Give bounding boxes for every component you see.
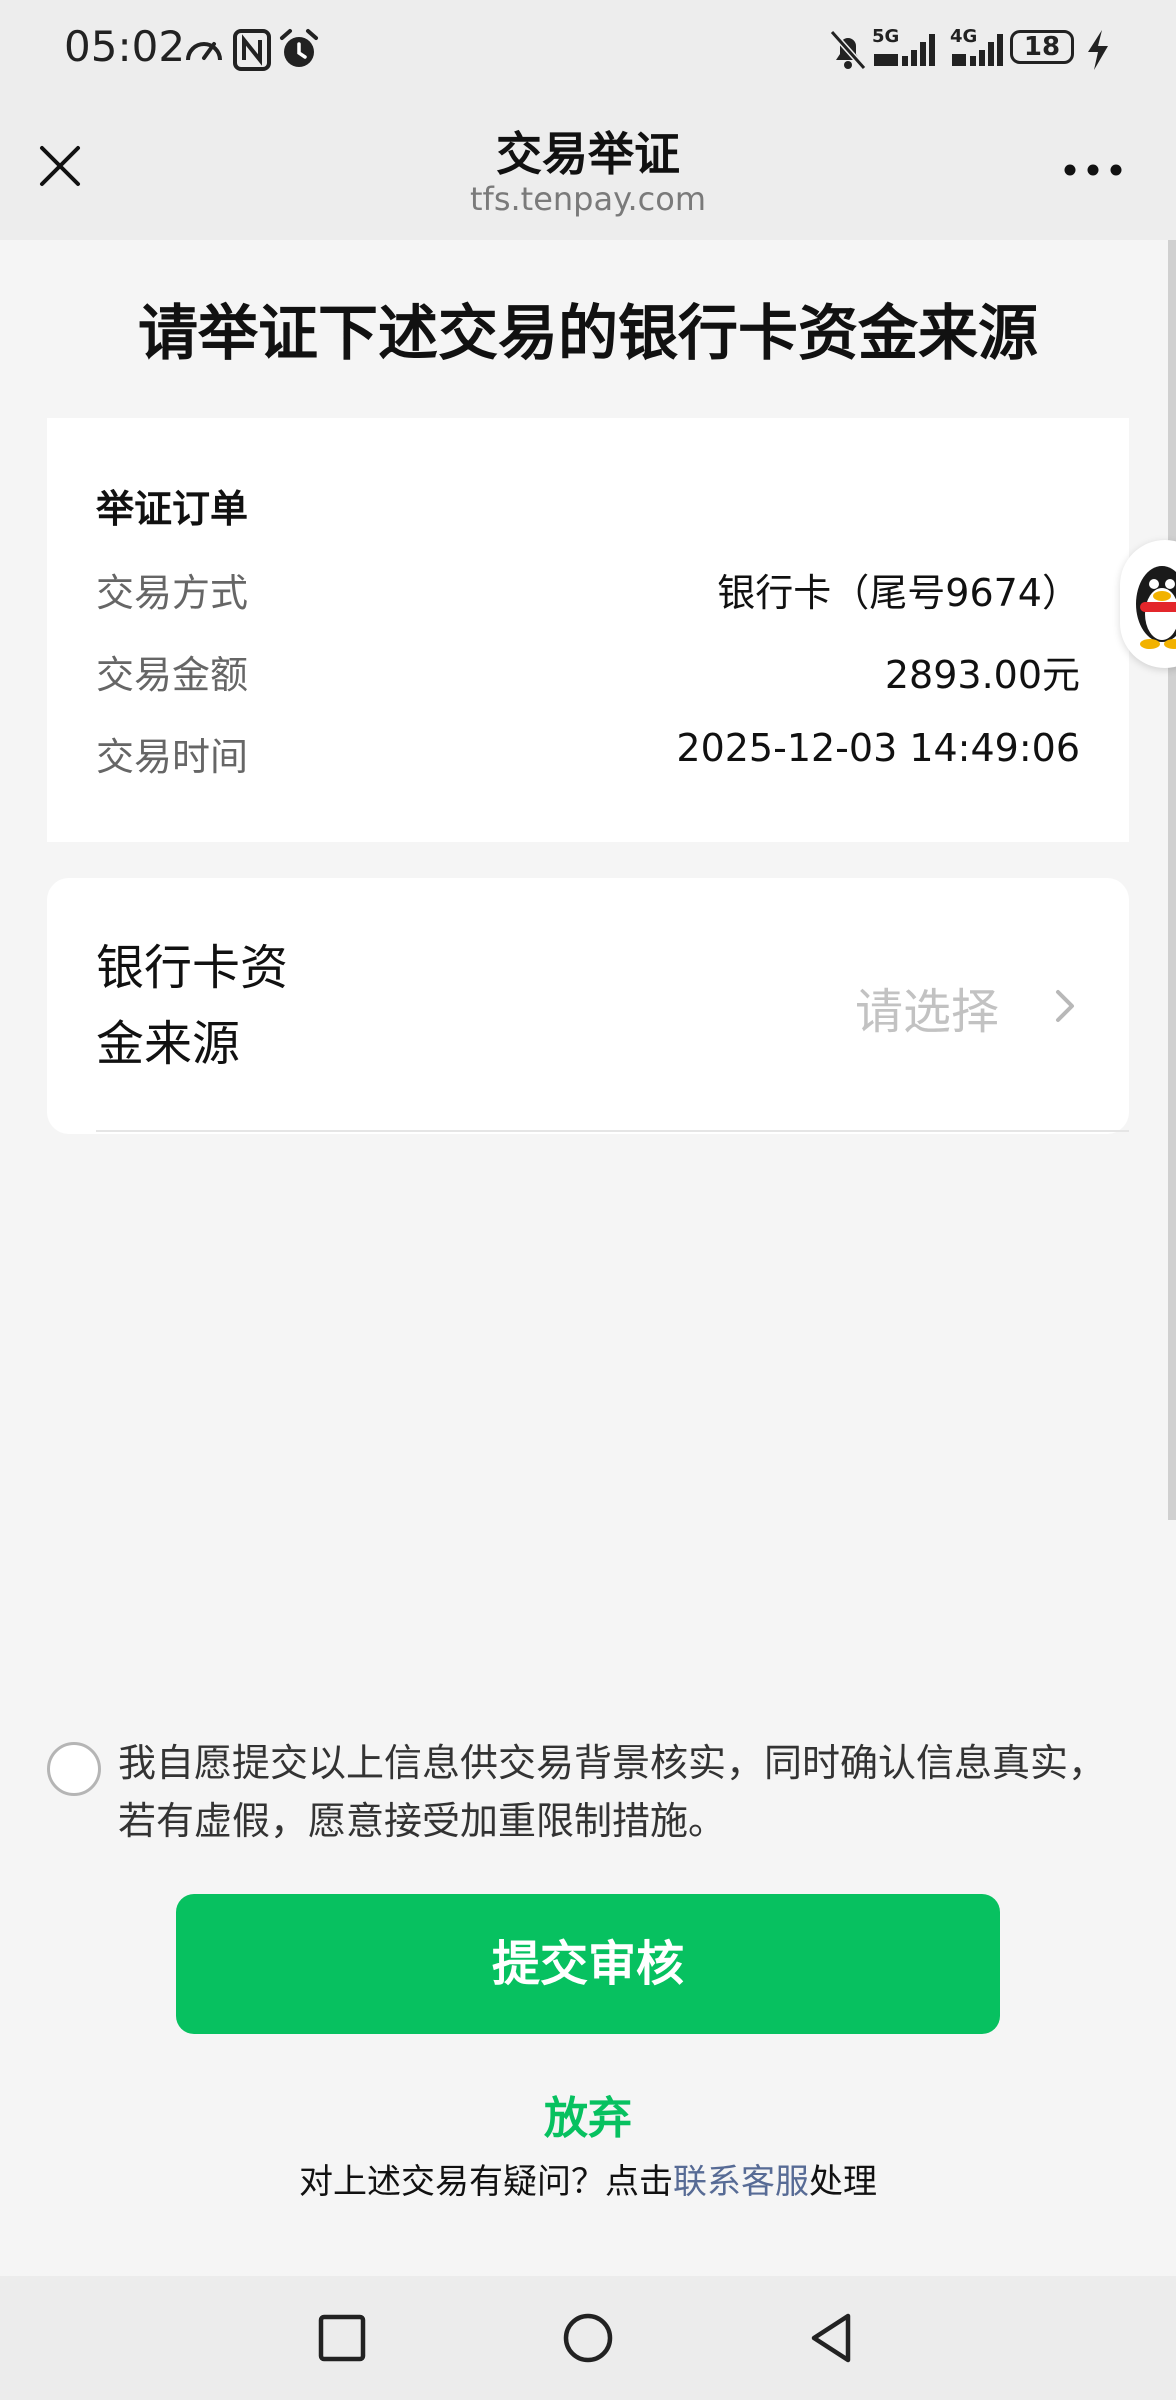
recent-apps-icon[interactable] — [316, 2312, 368, 2364]
penguin-icon — [1136, 566, 1176, 649]
chevron-right-icon[interactable] — [1050, 986, 1080, 1026]
payment-method-label: 交易方式 — [96, 571, 249, 615]
headline: 请举证下述交易的银行卡资金来源 — [138, 299, 1038, 369]
time-value: 2025-12-03 14:49:06 — [676, 726, 1080, 770]
home-icon[interactable] — [560, 2310, 616, 2366]
give-up-button[interactable]: 放弃 — [0, 2082, 1176, 2146]
agreement-checkbox[interactable] — [47, 1742, 101, 1796]
back-icon[interactable] — [806, 2310, 858, 2366]
scrollbar[interactable] — [1168, 240, 1176, 1520]
contact-support-link[interactable]: 联系客服 — [673, 2162, 809, 2202]
fund-source-placeholder[interactable]: 请选择 — [855, 972, 999, 1042]
divider — [96, 1130, 1129, 1132]
charging-icon — [1088, 30, 1108, 70]
signal-icon — [874, 34, 935, 66]
mute-icon — [829, 30, 867, 70]
fund-source-label: 银行卡资 金来源 — [96, 930, 356, 1082]
time-label: 交易时间 — [96, 735, 249, 779]
amount-label: 交易金额 — [96, 653, 249, 697]
more-icon[interactable] — [1060, 150, 1130, 190]
amount-value: 2893.00元 — [884, 653, 1080, 697]
help-suffix: 处理 — [809, 2162, 877, 2202]
floating-assistant-avatar[interactable] — [1120, 540, 1176, 668]
status-time: 05:02 — [64, 22, 186, 71]
alarm-icon — [280, 29, 318, 67]
agreement-text[interactable]: 我自愿提交以上信息供交易背景核实，同时确认信息真实，若有虚假，愿意接受加重限制措… — [118, 1734, 1128, 1850]
submit-review-button[interactable]: 提交审核 — [176, 1894, 1000, 2034]
help-text: 对上述交易有疑问？点击联系客服处理 — [0, 2154, 1176, 2203]
signal-icon — [952, 34, 1003, 66]
nfc-icon — [233, 29, 271, 71]
speedometer-icon — [186, 42, 222, 61]
fund-source-label-line2: 金来源 — [96, 1016, 241, 1072]
fund-source-label-line1: 银行卡资 — [96, 940, 289, 996]
help-prefix: 对上述交易有疑问？点击 — [299, 2162, 673, 2202]
page-url: tfs.tenpay.com — [470, 180, 706, 218]
battery-indicator: 18 — [1010, 30, 1074, 64]
page-title: 交易举证 — [496, 127, 680, 181]
order-card-title: 举证订单 — [96, 487, 249, 531]
payment-method-value: 银行卡（尾号9674） — [717, 571, 1080, 615]
